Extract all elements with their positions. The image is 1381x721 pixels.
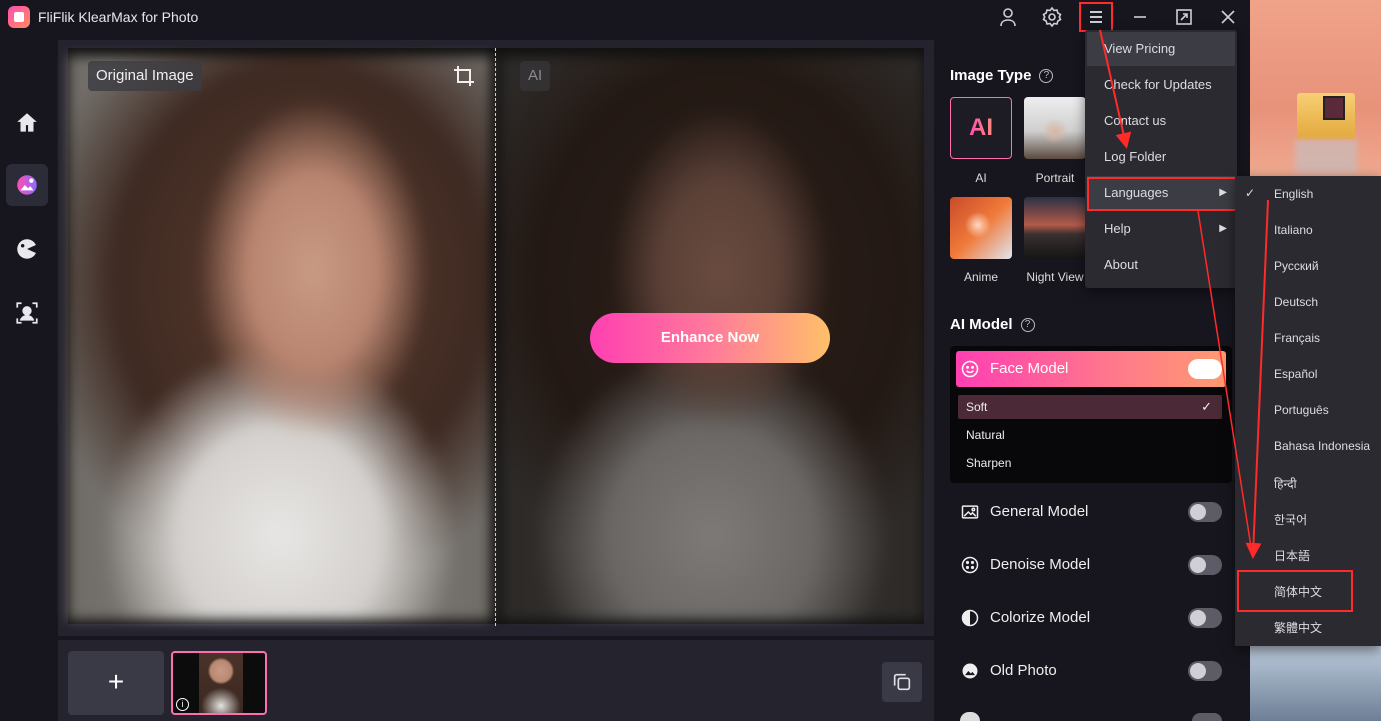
desktop-blurred-label [1295,140,1357,174]
image-thumbnail[interactable]: i [171,651,267,715]
ai-model-title: AI Model? [950,316,1035,333]
old-photo-label: Old Photo [990,662,1057,679]
add-image-button[interactable]: + [68,651,164,715]
language-deutsch[interactable]: Deutsch [1274,295,1318,309]
crop-icon[interactable] [452,64,476,88]
general-model-toggle[interactable] [1188,502,1222,522]
colorize-icon[interactable] [6,228,48,270]
photo-enhance-icon[interactable] [6,164,48,206]
language-portugues[interactable]: Português [1274,403,1329,417]
ai-badge: AI [969,114,993,141]
help-icon[interactable]: ? [1020,318,1035,333]
language-espanol[interactable]: Español [1274,367,1317,381]
denoise-model-toggle[interactable] [1188,555,1222,575]
old-photo-toggle[interactable] [1188,661,1222,681]
denoise-model-label: Denoise Model [990,556,1091,573]
colorize-model-toggle[interactable] [1188,608,1222,628]
type-card-night-view[interactable] [1024,197,1086,259]
language-bahasa-indonesia[interactable]: Bahasa Indonesia [1274,439,1370,453]
info-icon[interactable]: i [176,698,189,711]
face-option-soft[interactable]: Soft ✓ [958,395,1222,419]
thumbnail-image [199,653,243,713]
type-label-anime: Anime [963,270,998,284]
ai-model-title-text: AI Model [950,316,1013,333]
app-title: FliFlik KlearMax for Photo [38,9,199,25]
type-card-anime[interactable] [950,197,1012,259]
language-english[interactable]: English [1274,187,1313,201]
face-detect-icon[interactable] [6,292,48,334]
menu-item-view-pricing[interactable]: View Pricing [1087,32,1235,66]
colorize-model-row[interactable]: Colorize Model [956,603,1226,633]
languages-highlight [1087,177,1238,211]
enhance-now-button[interactable]: Enhance Now [590,313,830,363]
minimize-icon[interactable] [1128,5,1152,29]
old-photo-row[interactable]: Old Photo [956,656,1226,686]
check-icon: ✓ [1201,399,1212,414]
left-navigation [0,34,52,721]
colorize-model-icon [961,609,979,627]
face-model-label: Face Model [990,360,1069,377]
general-model-row[interactable]: General Model [956,497,1226,527]
ai-image-label: AI [520,61,551,91]
old-photo-icon [962,663,978,679]
check-icon: ✓ [1245,186,1256,200]
denoise-icon [961,556,979,574]
menu-item-check-updates[interactable]: Check for Updates [1087,68,1235,102]
type-card-portrait[interactable] [1024,97,1086,159]
close-icon[interactable] [1216,5,1240,29]
settings-icon[interactable] [1040,5,1064,29]
general-model-label: General Model [990,503,1089,520]
face-option-sharpen[interactable]: Sharpen [958,451,1222,475]
face-model-toggle[interactable] [1188,359,1222,379]
simplified-chinese-highlight [1237,570,1353,612]
menu-item-about[interactable]: About [1087,248,1235,282]
copy-icon[interactable] [882,662,922,702]
next-model-icon [960,712,980,721]
original-image-label: Original Image [88,61,202,91]
language-traditional-chinese[interactable]: 繁體中文 [1274,619,1322,636]
type-card-ai[interactable]: AI [950,97,1012,159]
image-icon [961,505,979,519]
type-label-portrait: Portrait [1035,171,1075,185]
type-label-night-view: Night View [1026,270,1084,284]
home-icon[interactable] [6,102,48,144]
user-icon[interactable] [996,5,1020,29]
menu-item-contact-us[interactable]: Contact us [1087,104,1235,138]
menu-item-log-folder[interactable]: Log Folder [1087,140,1235,174]
denoise-model-row[interactable]: Denoise Model [956,550,1226,580]
face-option-natural[interactable]: Natural [958,423,1222,447]
smile-icon [961,360,979,378]
submenu-arrow-icon: ▶ [1219,223,1227,234]
app-logo-icon [8,6,30,28]
compare-divider[interactable] [495,48,496,626]
app-window: FliFlik KlearMax for Photo Original Imag… [0,0,1250,721]
language-russian[interactable]: Русский [1274,259,1319,273]
language-hindi[interactable]: हिन्दी [1274,475,1297,492]
face-option-soft-label: Soft [966,400,988,414]
language-francais[interactable]: Français [1274,331,1320,345]
next-model-toggle[interactable] [1192,713,1222,721]
language-japanese[interactable]: 日本語 [1274,547,1310,564]
language-korean[interactable]: 한국어 [1274,511,1307,528]
desktop-folder-icon[interactable] [1297,93,1355,139]
maximize-icon[interactable] [1172,5,1196,29]
type-label-ai: AI [975,171,987,185]
face-model-header[interactable]: Face Model [956,351,1226,387]
menu-button-highlight [1079,2,1113,32]
colorize-model-label: Colorize Model [990,609,1091,626]
image-type-title: Image Type? [950,67,1054,84]
help-label: Help [1104,221,1131,236]
title-bar: FliFlik KlearMax for Photo [0,0,1250,34]
image-type-title-text: Image Type [950,67,1032,84]
help-icon[interactable]: ? [1039,69,1054,84]
language-italiano[interactable]: Italiano [1274,223,1313,237]
original-image [68,56,491,620]
menu-item-help[interactable]: Help ▶ [1087,212,1235,246]
